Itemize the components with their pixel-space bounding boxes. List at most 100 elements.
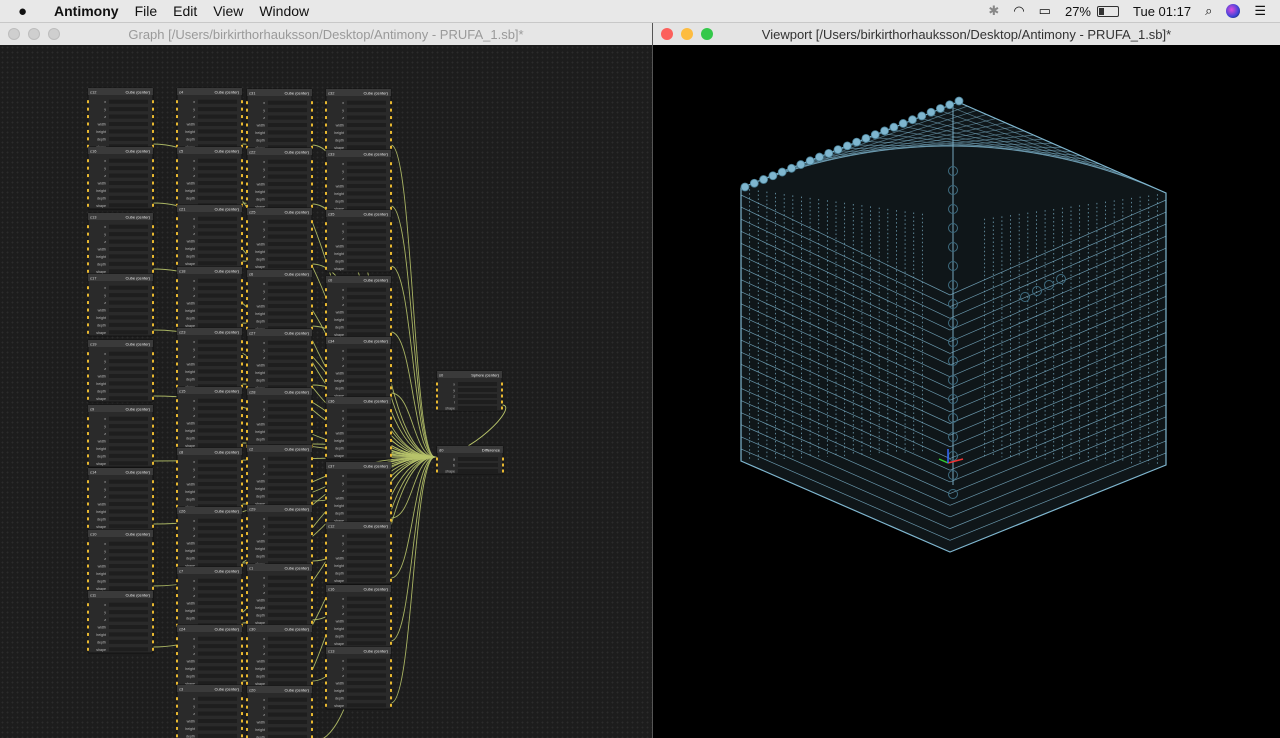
input-port[interactable] (246, 138, 248, 142)
cube-node[interactable]: c21 Cube (center) xyz width height depth shape (176, 204, 243, 268)
cube-node[interactable]: c11 Cube (center) xyz width height depth shape (87, 590, 154, 654)
input-port[interactable] (325, 696, 327, 700)
input-port[interactable] (325, 303, 327, 307)
output-port[interactable] (311, 235, 313, 239)
cube-node[interactable]: c1 Cube (center)xyzwidthheightdepthshape (246, 563, 313, 627)
field-input[interactable] (109, 610, 148, 615)
field-input[interactable] (198, 339, 237, 344)
output-port[interactable] (311, 705, 313, 709)
output-port[interactable] (241, 100, 243, 104)
input-port[interactable] (176, 541, 178, 545)
input-port[interactable] (325, 556, 327, 560)
input-port[interactable] (176, 726, 178, 730)
input-port[interactable] (325, 116, 327, 120)
field-input[interactable] (109, 239, 148, 244)
field-input[interactable] (347, 137, 386, 142)
output-port[interactable] (311, 472, 313, 476)
output-port[interactable] (152, 524, 154, 528)
output-port[interactable] (311, 130, 313, 134)
output-port[interactable] (390, 578, 392, 582)
vertex-handle[interactable] (852, 137, 862, 147)
field-input[interactable] (268, 644, 307, 649)
output-port[interactable] (390, 534, 392, 538)
input-port[interactable] (246, 304, 248, 308)
input-port[interactable] (325, 244, 327, 248)
minimize-button[interactable] (28, 28, 40, 40)
input-port[interactable] (176, 475, 178, 479)
input-port[interactable] (176, 224, 178, 228)
input-port[interactable] (176, 526, 178, 530)
cube-node[interactable]: c25 Cube (center) xyz width height depth shape (246, 207, 313, 271)
cube-node[interactable]: c30 Cube (center) xyz width height depth shape (246, 624, 313, 688)
field-input[interactable] (109, 351, 148, 356)
field-input[interactable] (198, 99, 237, 104)
output-port[interactable] (311, 539, 313, 543)
field-input[interactable] (347, 251, 386, 256)
field-input[interactable] (347, 130, 386, 135)
field-input[interactable] (109, 439, 148, 443)
input-port[interactable] (87, 432, 89, 436)
field-input[interactable] (347, 115, 386, 120)
input-port[interactable] (325, 409, 327, 413)
output-port[interactable] (311, 297, 313, 301)
input-port[interactable] (87, 632, 89, 636)
output-port[interactable] (390, 295, 392, 299)
input-port[interactable] (87, 389, 89, 393)
field-input[interactable] (268, 456, 307, 461)
field-input[interactable] (109, 453, 148, 458)
field-input[interactable] (268, 174, 307, 179)
input-port[interactable] (325, 563, 327, 567)
output-port[interactable] (241, 261, 243, 265)
field-input[interactable] (109, 181, 148, 185)
input-port[interactable] (87, 352, 89, 356)
field-input[interactable] (198, 548, 237, 553)
field-input[interactable] (268, 355, 307, 360)
field-input[interactable] (347, 673, 386, 678)
field-input[interactable] (347, 703, 386, 708)
field-input[interactable] (198, 459, 237, 464)
output-port[interactable] (390, 604, 392, 608)
input-port[interactable] (325, 138, 327, 142)
field-input[interactable] (268, 234, 307, 239)
output-port[interactable] (152, 571, 154, 575)
field-input[interactable] (198, 733, 237, 738)
input-port[interactable] (436, 463, 438, 467)
output-port[interactable] (241, 586, 243, 590)
input-port[interactable] (176, 644, 178, 648)
input-port[interactable] (325, 206, 327, 210)
vertex-handle[interactable] (759, 175, 769, 184)
output-port[interactable] (390, 169, 392, 173)
battery-percent[interactable]: 27% (1065, 4, 1091, 19)
close-button[interactable] (661, 28, 673, 40)
field-input[interactable] (198, 308, 237, 313)
output-port[interactable] (241, 601, 243, 605)
input-port[interactable] (87, 502, 89, 506)
vertex-handle[interactable] (954, 96, 964, 106)
input-port[interactable] (325, 489, 327, 493)
input-port[interactable] (87, 640, 89, 644)
output-port[interactable] (311, 204, 313, 208)
field-input[interactable] (268, 712, 307, 717)
output-port[interactable] (241, 519, 243, 523)
output-port[interactable] (152, 557, 154, 561)
output-port[interactable] (311, 479, 313, 483)
input-port[interactable] (325, 123, 327, 127)
input-port[interactable] (176, 122, 178, 126)
field-input[interactable] (268, 583, 307, 588)
input-port[interactable] (325, 229, 327, 233)
input-port[interactable] (325, 496, 327, 500)
output-port[interactable] (390, 597, 392, 601)
input-port[interactable] (325, 356, 327, 360)
input-port[interactable] (436, 394, 438, 398)
output-port[interactable] (311, 289, 313, 293)
cube-node[interactable]: c20Cube (center)xyzwidthheightdepthshape (246, 685, 313, 738)
field-input[interactable] (458, 400, 497, 404)
input-port[interactable] (436, 382, 438, 386)
input-port[interactable] (246, 501, 248, 505)
input-port[interactable] (246, 197, 248, 201)
input-port[interactable] (87, 454, 89, 458)
output-port[interactable] (390, 571, 392, 575)
output-port[interactable] (241, 399, 243, 403)
output-port[interactable] (311, 101, 313, 105)
input-port[interactable] (325, 518, 327, 522)
